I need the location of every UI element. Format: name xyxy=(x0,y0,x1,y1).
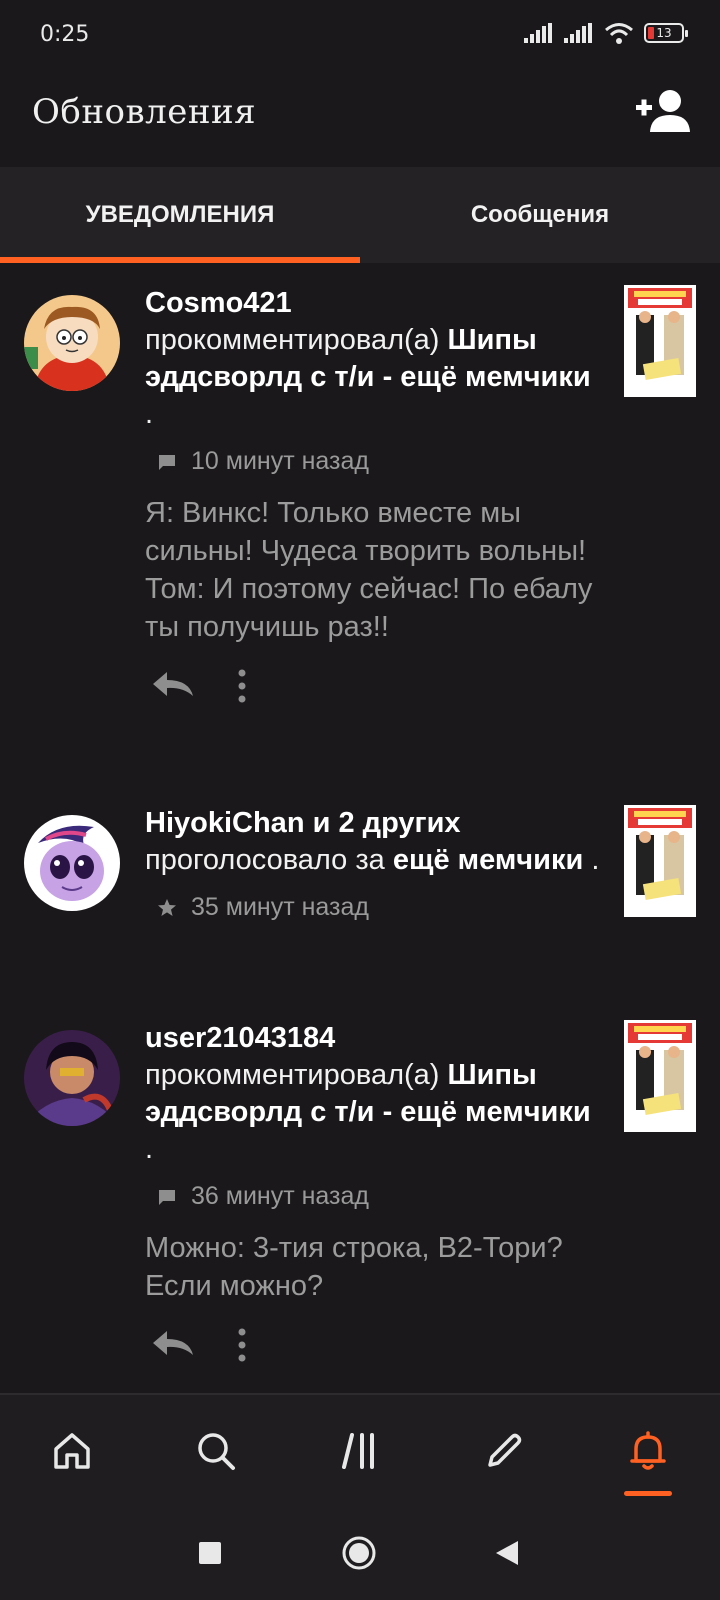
reply-button[interactable] xyxy=(151,670,195,705)
notifications-feed[interactable]: Cosmo421 прокомментировал(а) Шипы эддсво… xyxy=(0,263,720,1393)
tab-notifications[interactable]: УВЕДОМЛЕНИЯ xyxy=(0,167,360,263)
notification-content: Cosmo421 прокомментировал(а) Шипы эддсво… xyxy=(145,285,605,708)
more-options-button[interactable] xyxy=(237,668,247,709)
comment-actions xyxy=(145,668,605,708)
active-nav-indicator xyxy=(624,1491,672,1496)
status-time: 0:25 xyxy=(40,22,90,47)
username[interactable]: Cosmo421 xyxy=(145,285,605,322)
notification-text: прокомментировал(а) Шипы эддсворлд с т/и… xyxy=(145,1057,605,1168)
avatar-image xyxy=(24,1030,120,1126)
recent-apps-button[interactable] xyxy=(198,1541,222,1570)
timestamp: 35 минут назад xyxy=(191,893,369,921)
nav-notifications[interactable] xyxy=(618,1421,678,1481)
notification-meta: 35 минут назад xyxy=(157,893,605,922)
notification-content: user21043184 прокомментировал(а) Шипы эд… xyxy=(145,1020,605,1367)
tab-bar: УВЕДОМЛЕНИЯ Сообщения xyxy=(0,167,720,263)
tab-messages[interactable]: Сообщения xyxy=(360,167,720,263)
add-user-button[interactable] xyxy=(634,86,694,138)
search-icon xyxy=(198,1433,235,1470)
status-bar: 0:25 13 xyxy=(0,0,720,72)
suffix-text: . xyxy=(145,398,154,430)
page-title: Обновления xyxy=(32,92,257,132)
story-cover[interactable] xyxy=(624,805,696,917)
story-link[interactable]: ещё мемчики xyxy=(393,844,583,876)
reply-icon xyxy=(153,1331,193,1355)
back-button[interactable] xyxy=(494,1539,520,1572)
system-nav-bar xyxy=(0,1501,720,1600)
nav-home[interactable] xyxy=(42,1421,102,1481)
bottom-nav xyxy=(0,1393,720,1503)
signal-icon-2 xyxy=(564,23,592,43)
home-icon xyxy=(54,1433,90,1469)
comment-text: Можно: 3-тия строка, В2-Тори? Если можно… xyxy=(145,1229,605,1305)
comment-actions xyxy=(145,1327,605,1367)
signal-icon xyxy=(524,23,552,43)
square-icon xyxy=(199,1542,221,1564)
action-text: прокомментировал(а) xyxy=(145,1059,440,1091)
bell-icon xyxy=(630,1431,666,1470)
suffix-text: . xyxy=(145,1133,154,1165)
timestamp: 36 минут назад xyxy=(191,1182,369,1210)
comment-text: Я: Винкс! Только вместе мы сильны! Чудес… xyxy=(145,494,605,646)
comment-icon xyxy=(159,454,175,470)
home-system-button[interactable] xyxy=(341,1535,377,1576)
library-icon xyxy=(342,1433,374,1469)
notification-meta: 10 минут назад xyxy=(157,447,605,476)
reply-button[interactable] xyxy=(151,1329,195,1364)
comment-line: Том: И поэтому сейчас! По ебалу ты получ… xyxy=(145,573,593,643)
star-icon xyxy=(158,898,176,916)
notification-content: HiyokiChan и 2 других проголосовало за е… xyxy=(145,805,605,922)
notification-text: проголосовало за ещё мемчики . xyxy=(145,842,605,879)
reply-icon xyxy=(153,672,193,696)
username[interactable]: user21043184 xyxy=(145,1020,605,1057)
more-options-button[interactable] xyxy=(237,1327,247,1368)
story-cover-image xyxy=(624,1020,696,1132)
comment-line: Я: Винкс! Только вместе мы сильны! Чудес… xyxy=(145,497,587,567)
story-cover-image xyxy=(624,805,696,917)
story-cover[interactable] xyxy=(624,285,696,397)
wifi-icon xyxy=(605,23,633,44)
battery-level: 13 xyxy=(656,26,672,40)
nav-library[interactable] xyxy=(330,1421,390,1481)
status-icons: 13 xyxy=(524,22,688,44)
comment-icon xyxy=(159,1189,175,1205)
avatar-image xyxy=(24,815,120,911)
avatar[interactable] xyxy=(24,815,120,911)
avatar-image xyxy=(24,295,120,391)
add-user-icon xyxy=(636,90,690,132)
back-triangle-icon xyxy=(496,1541,518,1565)
action-text: проголосовало за xyxy=(145,844,385,876)
comment-line: Можно: 3-тия строка, В2-Тори? Если можно… xyxy=(145,1232,563,1302)
more-vertical-icon xyxy=(238,669,246,703)
pencil-icon xyxy=(488,1433,522,1467)
notification-meta: 36 минут назад xyxy=(157,1182,605,1211)
avatar[interactable] xyxy=(24,295,120,391)
action-text: прокомментировал(а) xyxy=(145,324,440,356)
nav-search[interactable] xyxy=(186,1421,246,1481)
username[interactable]: HiyokiChan и 2 других xyxy=(145,805,605,842)
story-cover-image xyxy=(624,285,696,397)
timestamp: 10 минут назад xyxy=(191,447,369,475)
avatar[interactable] xyxy=(24,1030,120,1126)
circle-icon xyxy=(342,1536,376,1570)
battery-icon: 13 xyxy=(644,23,688,43)
story-cover[interactable] xyxy=(624,1020,696,1132)
app-header: Обновления xyxy=(0,72,720,167)
suffix-text: . xyxy=(583,844,600,876)
notification-text: прокомментировал(а) Шипы эддсворлд с т/и… xyxy=(145,322,605,433)
nav-write[interactable] xyxy=(474,1421,534,1481)
more-vertical-icon xyxy=(238,1328,246,1362)
